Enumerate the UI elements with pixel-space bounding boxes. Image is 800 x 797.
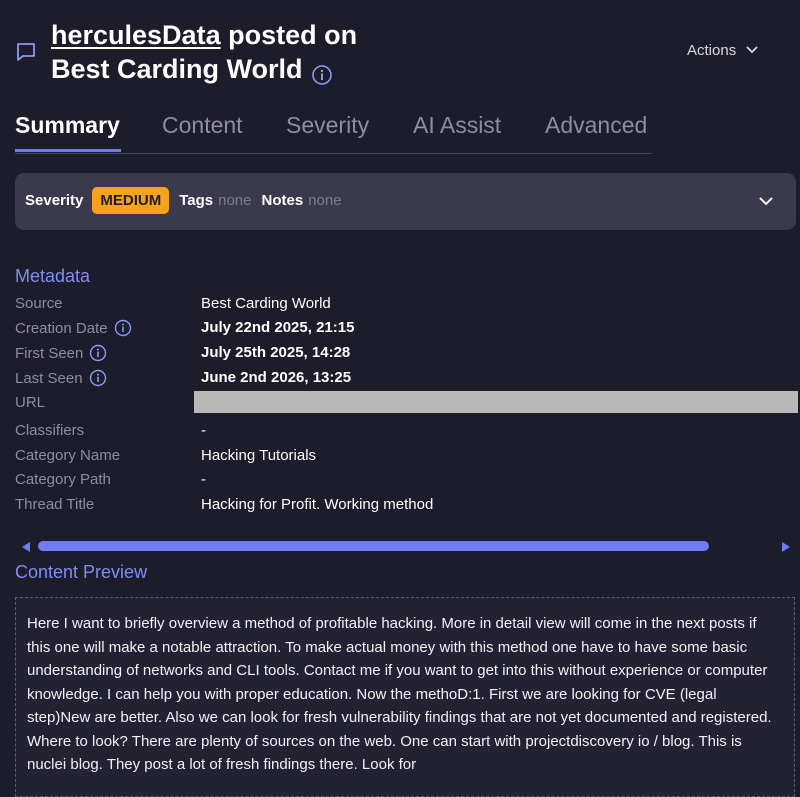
horizontal-scrollbar-thumb[interactable] <box>38 541 709 551</box>
metadata-value: June 2nd 2026, 13:25 <box>201 369 352 386</box>
tab-advanced[interactable]: Advanced <box>545 112 647 139</box>
metadata-key: Creation Date <box>15 319 108 337</box>
metadata-key: Category Path <box>15 471 111 488</box>
tab-summary[interactable]: Summary <box>15 112 120 139</box>
metadata-row-source: Source Best Carding World <box>15 295 795 317</box>
info-icon[interactable] <box>89 369 107 387</box>
forum-name: Best Carding World <box>51 54 303 84</box>
metadata-value: July 22nd 2025, 21:15 <box>201 319 355 336</box>
content-preview-text: Here I want to briefly overview a method… <box>27 615 772 773</box>
metadata-row-thread-title: Thread Title Hacking for Profit. Working… <box>15 496 795 518</box>
tags-value: none <box>218 192 252 209</box>
author-link[interactable]: herculesData <box>51 20 221 50</box>
metadata-row-last-seen: Last Seen June 2nd 2026, 13:25 <box>15 369 795 391</box>
metadata-key: Last Seen <box>15 369 83 387</box>
metadata-row-category-path: Category Path - <box>15 471 795 493</box>
tab-content[interactable]: Content <box>162 112 243 139</box>
scroll-left-arrow-icon[interactable] <box>20 540 32 558</box>
metadata-key: First Seen <box>15 344 84 362</box>
tab-bar: Summary Content Severity AI Assist Advan… <box>15 108 652 154</box>
scroll-right-arrow-icon[interactable] <box>780 540 792 558</box>
info-icon[interactable] <box>114 319 132 337</box>
expand-chevron-icon[interactable] <box>758 194 774 212</box>
notes-label: Notes <box>261 192 304 209</box>
notes-value: none <box>308 192 342 209</box>
chat-bubble-icon <box>14 40 38 64</box>
tags-label: Tags <box>179 192 214 209</box>
info-icon[interactable] <box>89 344 107 362</box>
metadata-value: Hacking for Profit. Working method <box>201 496 434 513</box>
metadata-value: Best Carding World <box>201 295 331 312</box>
metadata-key: Classifiers <box>15 422 85 439</box>
content-preview-box: Here I want to briefly overview a method… <box>15 597 795 797</box>
metadata-value: July 25th 2025, 14:28 <box>201 344 351 361</box>
severity-summary-bar[interactable]: Severity MEDIUM Tags none Notes none <box>15 173 796 230</box>
metadata-key: URL <box>15 394 46 411</box>
metadata-heading: Metadata <box>15 266 91 286</box>
actions-label: Actions <box>687 42 737 59</box>
metadata-key: Category Name <box>15 447 121 464</box>
metadata-row-classifiers: Classifiers - <box>15 422 795 444</box>
metadata-row-first-seen: First Seen July 25th 2025, 14:28 <box>15 344 795 366</box>
posted-on-text: posted on <box>220 20 358 50</box>
info-icon[interactable] <box>311 60 333 85</box>
tab-ai-assist[interactable]: AI Assist <box>413 112 501 139</box>
metadata-row-creation-date: Creation Date July 22nd 2025, 21:15 <box>15 319 795 341</box>
content-preview-heading: Content Preview <box>15 562 148 582</box>
tab-severity[interactable]: Severity <box>286 112 369 139</box>
metadata-value: - <box>201 471 206 488</box>
metadata-row-category-name: Category Name Hacking Tutorials <box>15 447 795 469</box>
metadata-value: Hacking Tutorials <box>201 447 317 464</box>
severity-label: Severity <box>25 192 84 209</box>
metadata-value: - <box>201 422 206 439</box>
page-title: herculesData posted on Best Carding Worl… <box>51 18 357 86</box>
chevron-down-icon <box>745 42 759 59</box>
url-redacted-block <box>194 391 798 413</box>
metadata-key: Thread Title <box>15 496 95 513</box>
severity-badge: MEDIUM <box>92 187 170 214</box>
metadata-key: Source <box>15 295 63 312</box>
actions-menu-button[interactable]: Actions <box>687 42 759 59</box>
active-tab-indicator <box>15 149 121 152</box>
